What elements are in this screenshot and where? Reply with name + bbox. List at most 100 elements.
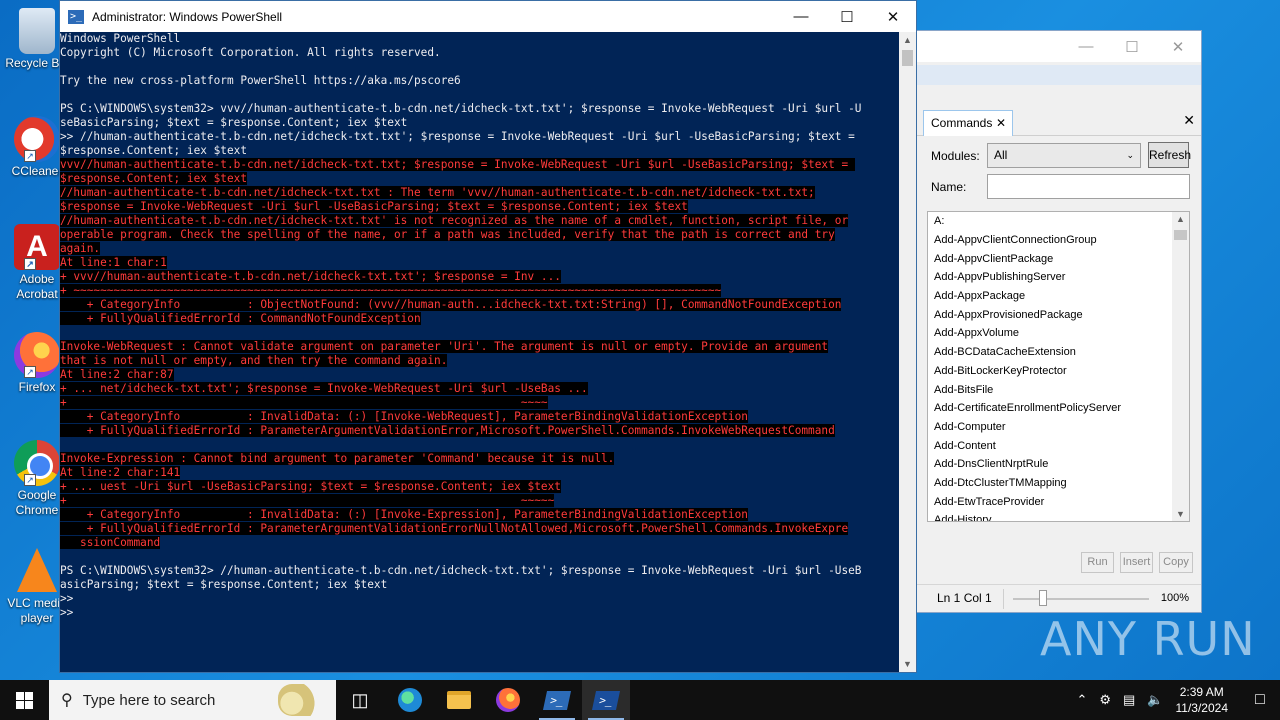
maximize-button[interactable]: ☐ — [824, 1, 870, 32]
tab-commands[interactable]: Commands ✕ — [923, 110, 1013, 136]
console-line: + ... net/idcheck-txt.txt'; $response = … — [60, 382, 588, 395]
powershell-titlebar: >_ Administrator: Windows PowerShell — ☐… — [60, 1, 916, 32]
console-line: PS C:\WINDOWS\system32> //human-authenti… — [60, 564, 862, 577]
scroll-down-icon[interactable]: ▼ — [1172, 509, 1189, 519]
divider — [1003, 589, 1004, 609]
console-line: again. — [60, 242, 101, 255]
scroll-up-icon[interactable]: ▲ — [1172, 214, 1189, 224]
taskbar-search[interactable]: ⚲ Type here to search — [49, 680, 336, 720]
run-button[interactable]: Run — [1081, 552, 1114, 573]
tab-label: Commands — [931, 116, 993, 130]
close-button[interactable]: ✕ — [1155, 31, 1201, 62]
console-line: + FullyQualifiedErrorId : CommandNotFoun… — [60, 312, 421, 325]
command-list-item[interactable]: Add-BitsFile — [928, 381, 1189, 400]
security-icon[interactable]: ⚙ — [1099, 692, 1111, 708]
minimize-button[interactable]: — — [1063, 31, 1109, 62]
command-list-item[interactable]: Add-EtwTraceProvider — [928, 493, 1189, 512]
modules-label: Modules: — [931, 149, 980, 163]
clock[interactable]: 2:39 AM 11/3/2024 — [1176, 684, 1229, 716]
start-button[interactable] — [0, 680, 48, 720]
command-list-item[interactable]: Add-AppxProvisionedPackage — [928, 306, 1189, 325]
console-line: + CategoryInfo : InvalidData: (:) [Invok… — [60, 410, 748, 423]
zoom-level: 100% — [1160, 592, 1189, 604]
command-list-item[interactable]: Add-AppxVolume — [928, 324, 1189, 343]
windows-logo-icon — [15, 691, 33, 709]
console-line: $response.Content; iex $text — [60, 172, 248, 185]
command-list-item[interactable]: Add-AppxPackage — [928, 287, 1189, 306]
console-line: >> //human-authenticate-t.b-cdn.net/idch… — [60, 130, 855, 143]
powershell-icon: >_ — [68, 9, 84, 24]
name-input[interactable] — [987, 174, 1190, 199]
minimize-button[interactable]: — — [778, 1, 824, 32]
console-output[interactable]: Windows PowerShell Copyright (C) Microsof… — [60, 32, 900, 672]
zoom-slider-handle[interactable] — [1039, 590, 1047, 606]
system-tray: ⌃ ⚙ ▤ 🔈 2:39 AM 11/3/2024 □ — [1070, 680, 1280, 720]
window-title: Administrator: Windows PowerShell — [92, 9, 283, 24]
taskbar-edge[interactable] — [386, 680, 434, 720]
insert-button[interactable]: Insert — [1120, 552, 1153, 573]
powershell-icon: >_ — [591, 690, 621, 710]
status-bar: Ln 1 Col 1 100% — [917, 584, 1201, 612]
modules-select[interactable]: All ⌄ — [987, 143, 1141, 168]
close-pane-icon[interactable]: ✕ — [1183, 112, 1195, 129]
scroll-thumb[interactable] — [902, 50, 913, 66]
search-icon: ⚲ — [61, 692, 73, 709]
shortcut-arrow-icon: ↗ — [24, 258, 36, 270]
notification-icon: □ — [1255, 691, 1265, 708]
network-icon[interactable]: ▤ — [1123, 692, 1135, 708]
commands-window: — ☐ ✕ Commands ✕ ✕ Modules: All ⌄ Refres… — [917, 30, 1202, 613]
notifications-button[interactable]: □ — [1240, 680, 1280, 720]
powershell-window: >_ Administrator: Windows PowerShell — ☐… — [59, 0, 917, 673]
console-line: Invoke-Expression : Cannot bind argument… — [60, 452, 615, 465]
close-button[interactable]: ✕ — [870, 1, 916, 32]
task-view-icon: ◫ — [351, 689, 369, 710]
command-list-item[interactable]: A: — [928, 212, 1189, 231]
search-placeholder: Type here to search — [82, 691, 216, 709]
command-list-item[interactable]: Add-BCDataCacheExtension — [928, 343, 1189, 362]
volume-icon[interactable]: 🔈 — [1147, 692, 1163, 708]
scroll-down-icon[interactable]: ▼ — [899, 656, 916, 672]
commands-tab-row: Commands ✕ ✕ — [917, 110, 1201, 136]
command-list-item[interactable]: Add-AppvClientPackage — [928, 250, 1189, 269]
console-line: PS C:\WINDOWS\system32> vvv//human-authe… — [60, 102, 862, 115]
command-list-item[interactable]: Add-BitLockerKeyProtector — [928, 362, 1189, 381]
taskbar-powershell[interactable]: >_ — [582, 680, 630, 720]
zoom-slider-track[interactable] — [1013, 598, 1149, 600]
close-tab-icon[interactable]: ✕ — [996, 111, 1006, 135]
command-list-item[interactable]: Add-Content — [928, 437, 1189, 456]
command-list-item[interactable]: Add-DtcClusterTMMapping — [928, 474, 1189, 493]
commands-window-titlebar: — ☐ ✕ — [917, 31, 1201, 62]
console-line: $response = Invoke-WebRequest -Uri $url … — [60, 200, 688, 213]
task-view-button[interactable]: ◫ — [336, 680, 384, 720]
console-line: At line:2 char:141 — [60, 466, 181, 479]
command-list-item[interactable]: Add-AppvPublishingServer — [928, 268, 1189, 287]
command-list-scrollbar[interactable]: ▲ ▼ — [1172, 212, 1189, 521]
command-list-item[interactable]: Add-History — [928, 511, 1189, 521]
command-list-item[interactable]: Add-CertificateEnrollmentPolicyServer — [928, 399, 1189, 418]
ccleaner-icon: ↗ — [14, 116, 60, 162]
copy-button[interactable]: Copy — [1159, 552, 1193, 573]
taskbar-powershell-ise[interactable]: >_ — [533, 680, 581, 720]
chevron-up-icon[interactable]: ⌃ — [1076, 692, 1087, 708]
console-line: + ~~~~ — [60, 396, 548, 409]
vlc-icon — [17, 548, 57, 592]
console-line: At line:1 char:1 — [60, 256, 167, 269]
maximize-button[interactable]: ☐ — [1109, 31, 1155, 62]
clock-time: 2:39 AM — [1179, 685, 1224, 699]
command-list-item[interactable]: Add-Computer — [928, 418, 1189, 437]
scroll-up-icon[interactable]: ▲ — [899, 32, 916, 48]
scroll-thumb[interactable] — [1174, 230, 1187, 240]
console-scrollbar[interactable]: ▲ ▼ — [899, 32, 916, 672]
console-line: Copyright (C) Microsoft Corporation. All… — [60, 46, 441, 59]
command-list-item[interactable]: Add-AppvClientConnectionGroup — [928, 231, 1189, 250]
taskbar-file-explorer[interactable] — [435, 680, 483, 720]
console-line: >> — [60, 606, 74, 619]
command-list[interactable]: A: Add-AppvClientConnectionGroup Add-AppvC… — [927, 211, 1190, 522]
taskbar-firefox[interactable] — [484, 680, 532, 720]
chrome-icon: ↗ — [14, 440, 60, 486]
command-list-item[interactable]: Add-DnsClientNrptRule — [928, 455, 1189, 474]
refresh-button[interactable]: Refresh — [1148, 142, 1191, 168]
